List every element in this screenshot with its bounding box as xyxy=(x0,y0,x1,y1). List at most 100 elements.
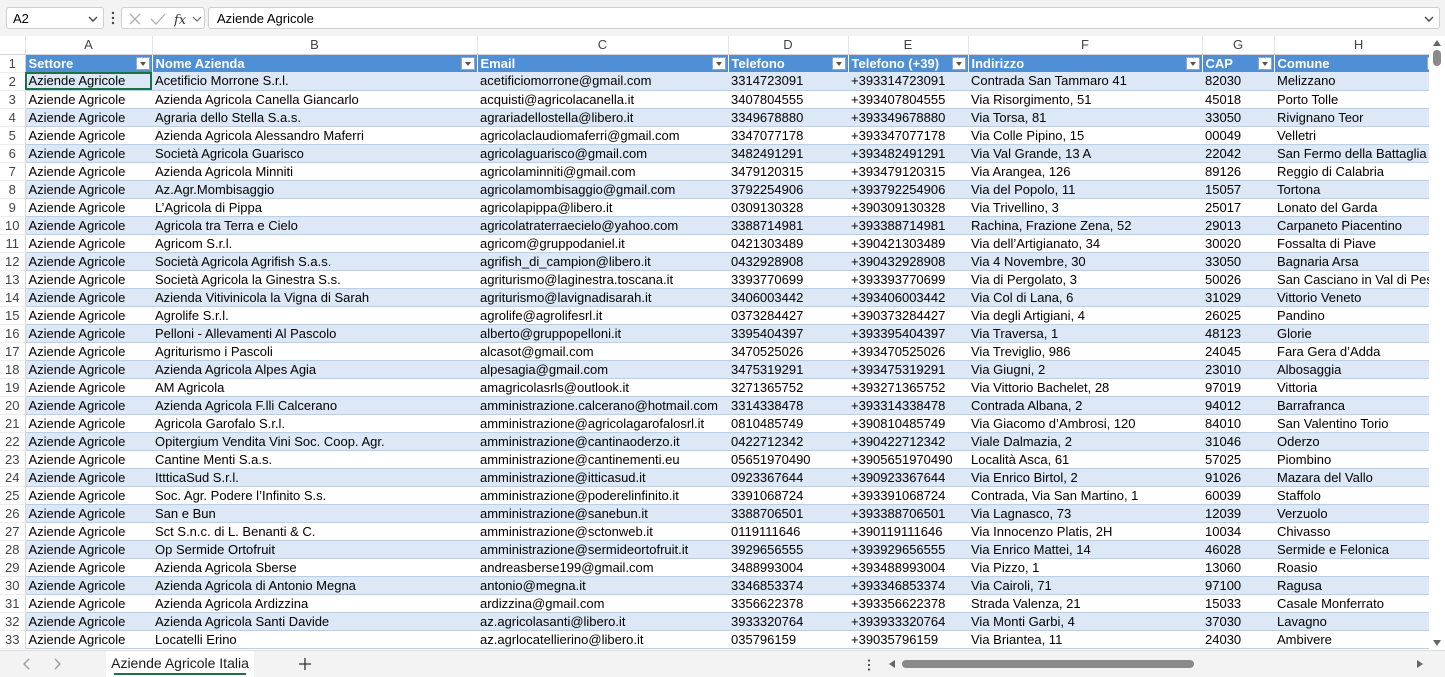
table-cell[interactable]: 48123 xyxy=(1202,324,1274,343)
table-cell[interactable]: amministrazione@poderelinfinito.it xyxy=(477,486,728,505)
table-cell[interactable]: +393271365752 xyxy=(848,378,968,397)
table-cell[interactable]: Fossalta di Piave xyxy=(1274,234,1444,253)
table-cell[interactable]: San Valentino Torio xyxy=(1274,414,1444,433)
more-options-icon[interactable] xyxy=(866,658,872,672)
header-cell[interactable]: Indirizzo xyxy=(968,54,1203,72)
table-cell[interactable]: San Casciano in Val di Pesa xyxy=(1274,270,1444,289)
table-cell[interactable]: 3388706501 xyxy=(728,504,848,523)
table-cell[interactable]: Agricola tra Terra e Cielo xyxy=(152,216,477,235)
header-cell[interactable]: CAP xyxy=(1202,54,1275,72)
table-cell[interactable]: Casale Monferrato xyxy=(1274,594,1444,613)
plus-icon[interactable] xyxy=(296,655,314,673)
table-cell[interactable]: ardizzina@gmail.com xyxy=(477,594,728,613)
table-cell[interactable]: Aziende Agricole xyxy=(25,306,152,325)
table-cell[interactable]: Melizzano xyxy=(1274,72,1444,91)
table-cell[interactable]: agriturismo@lavignadisarah.it xyxy=(477,288,728,307)
table-cell[interactable]: Aziende Agricole xyxy=(25,126,152,145)
filter-dropdown-icon[interactable] xyxy=(1257,56,1272,70)
table-cell[interactable]: Op Sermide Ortofruit xyxy=(152,540,477,559)
table-cell[interactable]: Aziende Agricole xyxy=(25,630,152,649)
table-cell[interactable]: Via Enrico Mattei, 14 xyxy=(968,540,1202,559)
fx-icon[interactable]: fx xyxy=(174,11,190,27)
table-cell[interactable]: az.agrlocatellierino@libero.it xyxy=(477,630,728,649)
row-number[interactable]: 17 xyxy=(0,342,26,361)
table-cell[interactable]: +39035796159 xyxy=(848,630,968,649)
table-cell[interactable]: +393346853374 xyxy=(848,576,968,595)
table-cell[interactable]: L’Agricola di Pippa xyxy=(152,198,477,217)
filter-dropdown-icon[interactable] xyxy=(460,56,475,70)
close-icon[interactable] xyxy=(128,12,142,26)
table-cell[interactable]: Agriturismo i Pascoli xyxy=(152,342,477,361)
table-cell[interactable]: 57025 xyxy=(1202,450,1274,469)
table-cell[interactable]: 30020 xyxy=(1202,234,1274,253)
row-number[interactable]: 25 xyxy=(0,486,26,505)
table-cell[interactable]: IttticaSud S.r.l. xyxy=(152,468,477,487)
table-cell[interactable]: Viale Dalmazia, 2 xyxy=(968,432,1202,451)
table-cell[interactable]: Via dell’Artigianato, 34 xyxy=(968,234,1202,253)
table-cell[interactable]: Via degli Artigiani, 4 xyxy=(968,306,1202,325)
table-cell[interactable]: agricolamombisaggio@gmail.com xyxy=(477,180,728,199)
table-cell[interactable]: Aziende Agricole xyxy=(25,108,152,127)
table-cell[interactable]: 15057 xyxy=(1202,180,1274,199)
row-number[interactable]: 26 xyxy=(0,504,26,523)
chevron-down-icon[interactable] xyxy=(87,13,99,25)
table-cell[interactable]: acquisti@agricolacanella.it xyxy=(477,90,728,109)
table-cell[interactable]: 37030 xyxy=(1202,612,1274,631)
table-cell[interactable]: antonio@megna.it xyxy=(477,576,728,595)
table-cell[interactable]: Via Torsa, 81 xyxy=(968,108,1202,127)
table-cell[interactable]: Ambivere xyxy=(1274,630,1444,649)
table-cell[interactable]: 0119111646 xyxy=(728,522,848,541)
table-cell[interactable]: Contrada Albana, 2 xyxy=(968,396,1202,415)
table-cell[interactable]: Strada Valenza, 21 xyxy=(968,594,1202,613)
chevron-left-icon[interactable] xyxy=(20,657,34,671)
chevron-down-icon[interactable] xyxy=(1423,13,1435,25)
table-cell[interactable]: 0421303489 xyxy=(728,234,848,253)
table-cell[interactable]: agricolatraterraecielo@yahoo.com xyxy=(477,216,728,235)
row-number[interactable]: 23 xyxy=(0,450,26,469)
table-cell[interactable]: +393356622378 xyxy=(848,594,968,613)
table-cell[interactable]: Società Agricola Agrifish S.a.s. xyxy=(152,252,477,271)
row-number[interactable]: 3 xyxy=(0,90,26,109)
table-cell[interactable]: agriturismo@laginestra.toscana.it xyxy=(477,270,728,289)
table-cell[interactable]: Via Vittorio Bachelet, 28 xyxy=(968,378,1202,397)
table-cell[interactable]: Via di Pergolato, 3 xyxy=(968,270,1202,289)
table-cell[interactable]: Aziende Agricole xyxy=(25,216,152,235)
table-cell[interactable]: Azienda Agricola Alessandro Maferri xyxy=(152,126,477,145)
table-cell[interactable]: 33050 xyxy=(1202,108,1274,127)
row-number[interactable]: 5 xyxy=(0,126,26,145)
row-number[interactable]: 32 xyxy=(0,612,26,631)
table-cell[interactable]: +393393770699 xyxy=(848,270,968,289)
table-cell[interactable]: Aziende Agricole xyxy=(25,504,152,523)
table-cell[interactable]: Via Risorgimento, 51 xyxy=(968,90,1202,109)
spreadsheet-table[interactable]: ABCDEFGH 1 Settore Nome Azienda Email Telef… xyxy=(0,36,1444,649)
table-cell[interactable]: Azienda Agricola Alpes Agia xyxy=(152,360,477,379)
name-box[interactable]: A2 xyxy=(6,7,104,29)
column-header[interactable]: E xyxy=(848,36,969,55)
table-cell[interactable]: Velletri xyxy=(1274,126,1444,145)
table-cell[interactable]: Rivignano Teor xyxy=(1274,108,1444,127)
table-cell[interactable]: 97019 xyxy=(1202,378,1274,397)
row-number[interactable]: 9 xyxy=(0,198,26,217)
row-number[interactable]: 27 xyxy=(0,522,26,541)
table-cell[interactable]: Acetificio Morrone S.r.l. xyxy=(152,72,477,91)
table-cell[interactable]: Via Pizzo, 1 xyxy=(968,558,1202,577)
table-cell[interactable]: 84010 xyxy=(1202,414,1274,433)
row-number[interactable]: 15 xyxy=(0,306,26,325)
table-cell[interactable]: Roasio xyxy=(1274,558,1444,577)
more-options-icon[interactable] xyxy=(110,9,116,27)
header-cell[interactable]: Telefono xyxy=(728,54,849,72)
table-cell[interactable]: Località Asca, 61 xyxy=(968,450,1202,469)
table-cell[interactable]: agricolaclaudiomaferri@gmail.com xyxy=(477,126,728,145)
table-cell[interactable]: 94012 xyxy=(1202,396,1274,415)
table-cell[interactable]: +390119111646 xyxy=(848,522,968,541)
column-header[interactable]: C xyxy=(477,36,729,55)
row-number[interactable]: 14 xyxy=(0,288,26,307)
table-cell[interactable]: Via Innocenzo Platis, 2H xyxy=(968,522,1202,541)
table-cell[interactable]: Agricom S.r.l. xyxy=(152,234,477,253)
row-number[interactable]: 2 xyxy=(0,72,26,91)
formula-input[interactable]: Aziende Agricole xyxy=(208,7,1440,29)
table-cell[interactable]: Via Arangea, 126 xyxy=(968,162,1202,181)
table-cell[interactable]: Aziende Agricole xyxy=(25,360,152,379)
table-cell[interactable]: Aziende Agricole xyxy=(25,414,152,433)
table-cell[interactable]: +393933320764 xyxy=(848,612,968,631)
